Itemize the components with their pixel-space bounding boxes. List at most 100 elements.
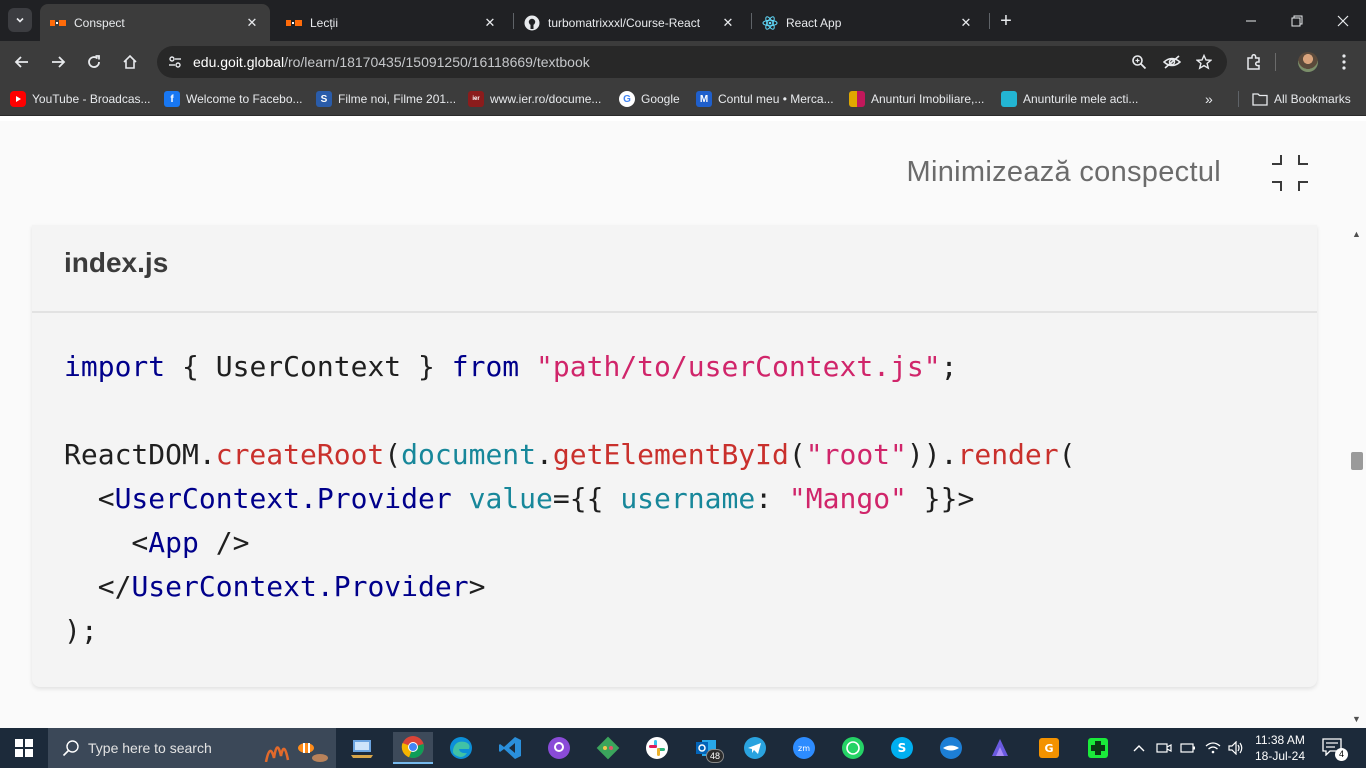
- taskbar-clock[interactable]: 11:38 AM 18-Jul-24: [1252, 732, 1308, 764]
- code-token: <: [64, 526, 149, 559]
- eye-off-icon: [1163, 55, 1181, 69]
- tray-overflow-icon[interactable]: [1130, 740, 1148, 756]
- game-icon[interactable]: [1078, 732, 1118, 764]
- tab-search-button[interactable]: [8, 8, 32, 32]
- code-token: <: [64, 482, 115, 515]
- battery-icon[interactable]: [1178, 740, 1198, 756]
- url-text[interactable]: edu.goit.global/ro/learn/18170435/150912…: [193, 54, 590, 70]
- code-token: username: [620, 482, 756, 515]
- close-tab-icon[interactable]: ✕: [958, 15, 974, 31]
- git-icon[interactable]: [588, 732, 628, 764]
- meet-now-icon[interactable]: [1154, 740, 1174, 756]
- tracking-protection-button[interactable]: [1162, 52, 1182, 72]
- tab-title: turbomatrixxxl/Course-React: [548, 15, 701, 30]
- notification-count: 4: [1335, 748, 1348, 761]
- scroll-up-icon[interactable]: ▲: [1352, 229, 1361, 239]
- skype-icon[interactable]: S: [882, 732, 922, 764]
- react-icon: [762, 15, 778, 30]
- browser-menu-button[interactable]: [1333, 51, 1355, 73]
- clock-date: 18-Jul-24: [1254, 749, 1306, 763]
- goit-icon: [286, 17, 302, 29]
- bookmark-label: Contul meu • Merca...: [718, 92, 834, 106]
- outlook-icon[interactable]: 48: [686, 732, 726, 764]
- whatsapp-icon[interactable]: [833, 732, 873, 764]
- code-token: ={{: [552, 482, 621, 515]
- start-button[interactable]: [0, 728, 48, 768]
- extensions-button[interactable]: [1243, 51, 1265, 73]
- vscode-icon[interactable]: [490, 732, 530, 764]
- site-info-button[interactable]: [165, 52, 185, 72]
- zoom-button[interactable]: [1129, 52, 1149, 72]
- taskbar-search[interactable]: Type here to search: [48, 728, 336, 768]
- code-token: "root": [805, 438, 907, 471]
- chrome-icon[interactable]: [393, 732, 433, 764]
- ier-icon: ier: [468, 91, 484, 107]
- volume-icon[interactable]: [1226, 740, 1246, 756]
- close-tab-icon[interactable]: ✕: [244, 15, 260, 31]
- code-token: createRoot: [215, 438, 385, 471]
- tab-react-app[interactable]: React App ✕: [752, 4, 984, 41]
- url-path: /ro/learn/18170435/15091250/16118669/tex…: [284, 54, 590, 70]
- zoom-icon: [1132, 55, 1147, 70]
- edge-icon[interactable]: [441, 732, 481, 764]
- goit-icon: [50, 17, 66, 29]
- address-bar[interactable]: edu.goit.global/ro/learn/18170435/150912…: [157, 46, 1227, 78]
- bookmark-olx[interactable]: Anunturile mele acti...: [1001, 91, 1138, 107]
- profile-avatar[interactable]: [1298, 52, 1318, 72]
- wifi-icon[interactable]: [1203, 740, 1223, 756]
- all-bookmarks-button[interactable]: All Bookmarks: [1252, 91, 1351, 107]
- bookmark-label: Filme noi, Filme 201...: [338, 92, 457, 106]
- code-content[interactable]: import { UserContext } from "path/to/use…: [64, 345, 1076, 653]
- arrow-left-icon: [14, 56, 28, 68]
- home-icon: [123, 54, 137, 69]
- new-tab-button[interactable]: +: [994, 9, 1018, 33]
- chevron-down-icon: [16, 17, 24, 23]
- bookmarks-overflow-button[interactable]: »: [1205, 91, 1213, 107]
- bookmark-star-button[interactable]: [1194, 52, 1214, 72]
- zoom-icon[interactable]: zm: [784, 732, 824, 764]
- restore-icon: [1291, 15, 1303, 26]
- copilot-icon[interactable]: [980, 732, 1020, 764]
- bookmark-youtube[interactable]: YouTube - Broadcas...: [10, 91, 151, 107]
- close-tab-icon[interactable]: ✕: [720, 15, 736, 31]
- close-window-button[interactable]: [1320, 0, 1366, 41]
- collapse-icon[interactable]: [1270, 154, 1310, 194]
- bookmark-facebook[interactable]: f Welcome to Facebo...: [164, 91, 303, 107]
- github-desktop-icon[interactable]: [539, 732, 579, 764]
- pdf-icon[interactable]: G: [1029, 732, 1069, 764]
- notification-center-button[interactable]: 4: [1322, 738, 1348, 761]
- scrollbar-thumb[interactable]: [1351, 452, 1363, 470]
- minimize-conspect-label[interactable]: Minimizează conspectul: [907, 156, 1221, 189]
- bookmark-google[interactable]: G Google: [619, 91, 680, 107]
- bookmark-mercado[interactable]: M Contul meu • Merca...: [696, 91, 834, 107]
- page-scrollbar[interactable]: ▲ ▼: [1348, 225, 1366, 728]
- tab-github[interactable]: turbomatrixxxl/Course-React ✕: [514, 4, 746, 41]
- tab-lectii[interactable]: Lecții ✕: [276, 4, 508, 41]
- minimize-window-button[interactable]: [1228, 0, 1274, 41]
- close-tab-icon[interactable]: ✕: [482, 15, 498, 31]
- telegram-icon[interactable]: [735, 732, 775, 764]
- restore-window-button[interactable]: [1274, 0, 1320, 41]
- code-token: from: [451, 350, 520, 383]
- page-content: Minimizează conspectul index.js import {…: [0, 121, 1366, 728]
- chevron-double-right-icon: »: [1205, 91, 1213, 107]
- back-button[interactable]: [8, 48, 36, 76]
- home-button[interactable]: [116, 48, 144, 76]
- bookmark-filme[interactable]: S Filme noi, Filme 201...: [316, 91, 456, 107]
- code-token: UserContext.Provider: [114, 482, 452, 515]
- sourcetree-icon[interactable]: [931, 732, 971, 764]
- reload-button[interactable]: [80, 48, 108, 76]
- olx-icon: [1001, 91, 1017, 107]
- file-explorer-icon[interactable]: [343, 732, 383, 764]
- bookmark-imobiliare[interactable]: Anunturi Imobiliare,...: [849, 91, 984, 107]
- bookmark-ier[interactable]: ier www.ier.ro/docume...: [468, 91, 601, 107]
- code-token: >: [468, 570, 486, 603]
- forward-button[interactable]: [44, 48, 72, 76]
- code-token: "Mango": [788, 482, 907, 515]
- scroll-down-icon[interactable]: ▼: [1352, 714, 1361, 724]
- slack-icon[interactable]: [637, 732, 677, 764]
- tab-conspect[interactable]: Conspect ✕: [40, 4, 270, 41]
- tab-separator: [989, 13, 990, 29]
- svg-text:zm: zm: [798, 744, 810, 753]
